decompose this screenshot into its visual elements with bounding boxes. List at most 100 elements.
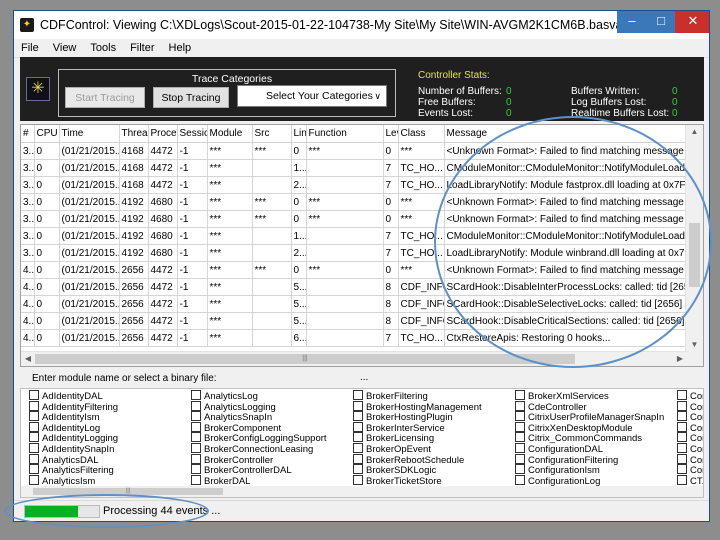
- scroll-right-icon[interactable]: ▶: [673, 352, 687, 366]
- module-checkbox[interactable]: [353, 421, 363, 432]
- module-item[interactable]: AnalyticsDAL: [29, 453, 118, 465]
- module-checkbox[interactable]: [353, 464, 363, 475]
- title-bar[interactable]: ✦ CDFControl: Viewing C:\XDLogs\Scout-20…: [14, 11, 709, 39]
- column-header-session-id[interactable]: Session ID: [177, 125, 208, 143]
- module-item[interactable]: AdIdentitySnapIn: [29, 442, 118, 455]
- scroll-down-icon[interactable]: ▼: [686, 338, 703, 352]
- module-checkbox[interactable]: [677, 474, 687, 485]
- module-item[interactable]: Citrix_CommonCommands: [515, 432, 664, 444]
- module-item[interactable]: ConfigurationLog: [515, 474, 664, 487]
- column-header-level[interactable]: Level: [383, 125, 399, 143]
- module-checkbox[interactable]: [515, 400, 525, 411]
- module-checkbox[interactable]: [677, 411, 687, 422]
- module-item[interactable]: CT.: [677, 474, 703, 487]
- module-item[interactable]: AnalyticsLogging: [191, 400, 327, 412]
- module-item[interactable]: AnalyticsSnapIn: [191, 411, 327, 423]
- module-item[interactable]: BrokerRebootSchedule: [353, 453, 482, 465]
- module-checkbox[interactable]: [353, 432, 363, 443]
- module-item[interactable]: BrokerController: [191, 453, 327, 465]
- table-row[interactable]: 4...0(01/21/2015...26564472-1******0***0…: [21, 261, 688, 279]
- grid-horizontal-scroll-thumb[interactable]: |||: [35, 354, 575, 364]
- module-checkbox[interactable]: [515, 421, 525, 432]
- module-checkbox[interactable]: [29, 390, 39, 400]
- module-checkbox[interactable]: [353, 411, 363, 422]
- module-checkbox-list[interactable]: AdIdentityDAL AdIdentityFiltering AdIdenti…: [20, 388, 704, 498]
- scroll-left-icon[interactable]: ◀: [21, 352, 35, 366]
- module-item[interactable]: AnalyticsIsm: [29, 474, 118, 487]
- module-checkbox[interactable]: [515, 474, 525, 485]
- module-checkbox[interactable]: [515, 390, 525, 400]
- trace-log-grid[interactable]: #CPUTimeThread IDProcess IDSession IDMod…: [20, 124, 704, 367]
- module-item[interactable]: BrokerControllerDAL: [191, 464, 327, 476]
- browse-binary-button[interactable]: ...: [360, 372, 368, 383]
- column-header-thread-id[interactable]: Thread ID: [119, 125, 149, 143]
- module-item[interactable]: AdIdentityLogging: [29, 432, 118, 444]
- module-item[interactable]: BrokerConnectionLeasing: [191, 442, 327, 455]
- column-header-[interactable]: #: [21, 125, 35, 143]
- module-checkbox[interactable]: [515, 442, 525, 453]
- module-item[interactable]: BrokerConfigLoggingSupport: [191, 432, 327, 444]
- module-item[interactable]: AdIdentityLog: [29, 421, 118, 434]
- stop-tracing-button[interactable]: Stop Tracing: [153, 87, 229, 108]
- module-item[interactable]: BrokerOpEvent: [353, 442, 482, 455]
- module-item[interactable]: Cor: [677, 390, 703, 402]
- module-checkbox[interactable]: [353, 442, 363, 453]
- column-header-function[interactable]: Function: [306, 125, 384, 143]
- column-header-message[interactable]: Message: [444, 125, 688, 143]
- module-item[interactable]: BrokerComponent: [191, 421, 327, 434]
- table-row[interactable]: 4...0(01/21/2015...26564472-1*** 5... 8CDF…: [21, 278, 688, 296]
- module-item[interactable]: CdeController: [515, 400, 664, 412]
- module-item[interactable]: BrokerFiltering: [353, 390, 482, 402]
- module-item[interactable]: Cor: [677, 400, 703, 412]
- module-checkbox[interactable]: [191, 453, 201, 464]
- module-item[interactable]: Cor: [677, 421, 703, 434]
- module-item[interactable]: CitrixUserProfileManagerSnapIn: [515, 411, 664, 423]
- module-checkbox[interactable]: [191, 400, 201, 411]
- module-item[interactable]: ConfigurationDAL: [515, 442, 664, 455]
- module-checkbox[interactable]: [677, 453, 687, 464]
- module-list-horizontal-scrollbar[interactable]: |||: [21, 486, 703, 497]
- grid-vertical-scrollbar[interactable]: ▲ ▼: [685, 125, 703, 366]
- module-item[interactable]: BrokerHostingManagement: [353, 400, 482, 412]
- module-item[interactable]: AdIdentityFiltering: [29, 400, 118, 412]
- close-button[interactable]: ✕: [675, 11, 709, 33]
- module-item[interactable]: Cor: [677, 442, 703, 455]
- module-checkbox[interactable]: [677, 400, 687, 411]
- menu-filter[interactable]: Filter: [123, 39, 161, 54]
- column-header-src[interactable]: Src: [252, 125, 292, 143]
- module-item[interactable]: CitrixXenDesktopModule: [515, 421, 664, 434]
- maximize-button[interactable]: □: [646, 11, 676, 33]
- start-tracing-button[interactable]: Start Tracing: [65, 87, 145, 108]
- grid-vertical-scroll-thumb[interactable]: [689, 223, 700, 287]
- table-row[interactable]: 3...0(01/21/2015...41924680-1******0***0…: [21, 210, 688, 228]
- table-row[interactable]: 4...0(01/21/2015...26564472-1*** 5... 8CDF…: [21, 295, 688, 313]
- module-item[interactable]: BrokerLicensing: [353, 432, 482, 444]
- module-item[interactable]: AnalyticsLog: [191, 390, 327, 402]
- module-checkbox[interactable]: [515, 453, 525, 464]
- module-checkbox[interactable]: [677, 442, 687, 453]
- table-row[interactable]: 3...0(01/21/2015...41924680-1******0***0…: [21, 193, 688, 211]
- table-row[interactable]: 3...0(01/21/2015...41684472-1******0***0…: [21, 142, 688, 160]
- table-row[interactable]: 4...0(01/21/2015...26564472-1*** 6... 7TC_…: [21, 329, 688, 347]
- categories-select[interactable]: Select Your Categories ∨: [237, 85, 387, 107]
- minimize-button[interactable]: –: [617, 11, 647, 33]
- module-checkbox[interactable]: [191, 464, 201, 475]
- column-header-cpu[interactable]: CPU: [34, 125, 60, 143]
- grid-horizontal-scrollbar[interactable]: ◀ ||| ▶: [21, 351, 687, 366]
- module-checkbox[interactable]: [353, 453, 363, 464]
- table-row[interactable]: 4...0(01/21/2015...26564472-1*** 5... 8CDF…: [21, 312, 688, 330]
- module-item[interactable]: Cor: [677, 411, 703, 423]
- menu-help[interactable]: Help: [162, 39, 199, 54]
- module-item[interactable]: AnalyticsFiltering: [29, 464, 118, 476]
- module-item[interactable]: ConfigurationFiltering: [515, 453, 664, 465]
- module-checkbox[interactable]: [677, 390, 687, 400]
- module-checkbox[interactable]: [29, 474, 39, 485]
- module-item[interactable]: Cor: [677, 453, 703, 465]
- module-checkbox[interactable]: [353, 474, 363, 485]
- module-checkbox[interactable]: [29, 453, 39, 464]
- table-row[interactable]: 3...0(01/21/2015...41924680-1*** 2... 7TC_…: [21, 244, 688, 262]
- module-checkbox[interactable]: [677, 464, 687, 475]
- module-checkbox[interactable]: [29, 411, 39, 422]
- module-item[interactable]: Cor: [677, 464, 703, 476]
- module-checkbox[interactable]: [677, 421, 687, 432]
